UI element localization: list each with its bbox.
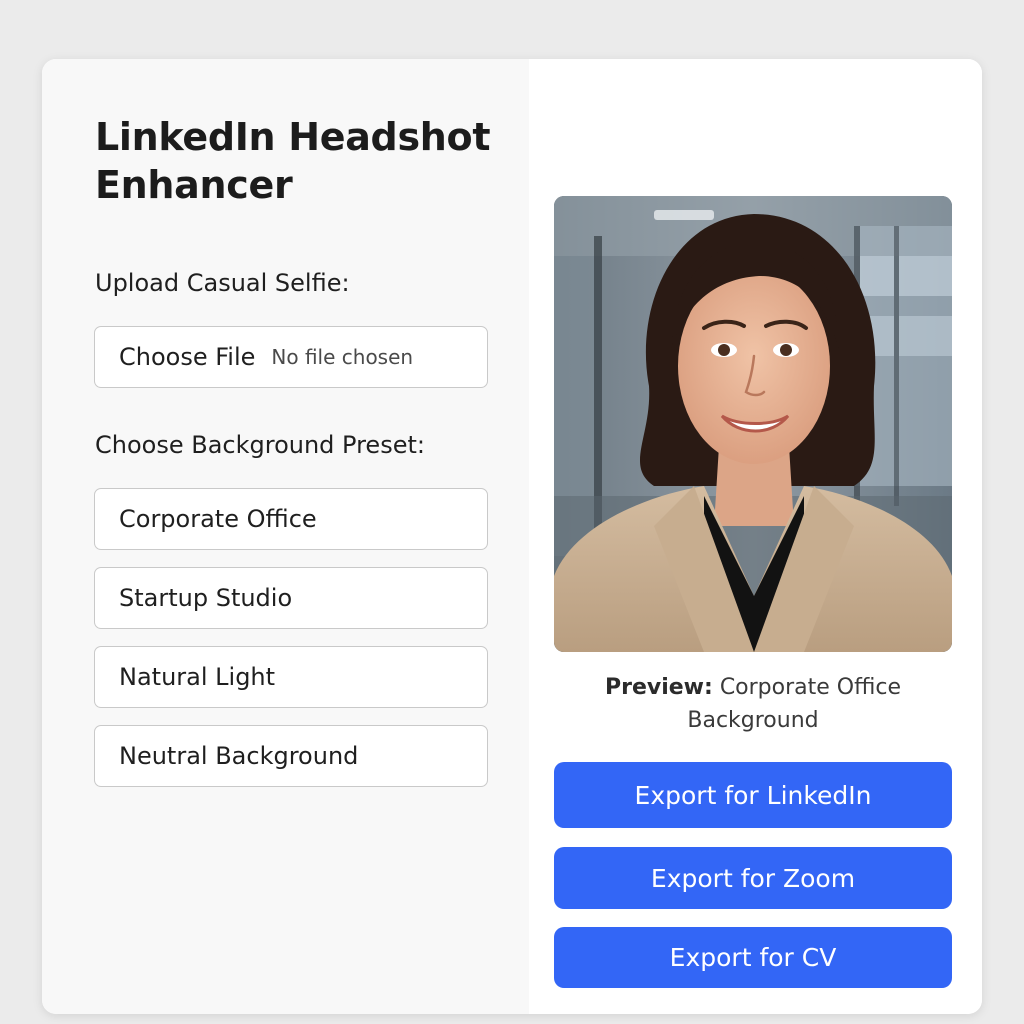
preset-label: Choose Background Preset:	[95, 431, 425, 459]
choose-file-button[interactable]: Choose File	[119, 343, 255, 371]
file-upload-input[interactable]: Choose File No file chosen	[94, 326, 488, 388]
export-zoom-button[interactable]: Export for Zoom	[554, 847, 952, 909]
headshot-preview-image	[554, 196, 952, 652]
upload-label: Upload Casual Selfie:	[95, 269, 350, 297]
export-cv-button[interactable]: Export for CV	[554, 927, 952, 988]
file-status-text: No file chosen	[271, 345, 414, 369]
preview-caption: Preview: Corporate Office Background	[554, 671, 952, 737]
preset-neutral-background[interactable]: Neutral Background	[94, 725, 488, 787]
preview-panel: Preview: Corporate Office Background Exp…	[529, 59, 982, 1014]
export-linkedin-button[interactable]: Export for LinkedIn	[554, 762, 952, 828]
preview-caption-label: Preview:	[604, 675, 713, 700]
preset-corporate-office[interactable]: Corporate Office	[94, 488, 488, 550]
app-card: LinkedIn Headshot Enhancer Upload Casual…	[42, 59, 982, 1014]
page-title: LinkedIn Headshot Enhancer	[95, 115, 491, 207]
preview-caption-value: Corporate Office Background	[687, 675, 902, 733]
controls-panel: LinkedIn Headshot Enhancer Upload Casual…	[42, 59, 529, 1014]
preset-natural-light[interactable]: Natural Light	[94, 646, 488, 708]
preset-startup-studio[interactable]: Startup Studio	[94, 567, 488, 629]
